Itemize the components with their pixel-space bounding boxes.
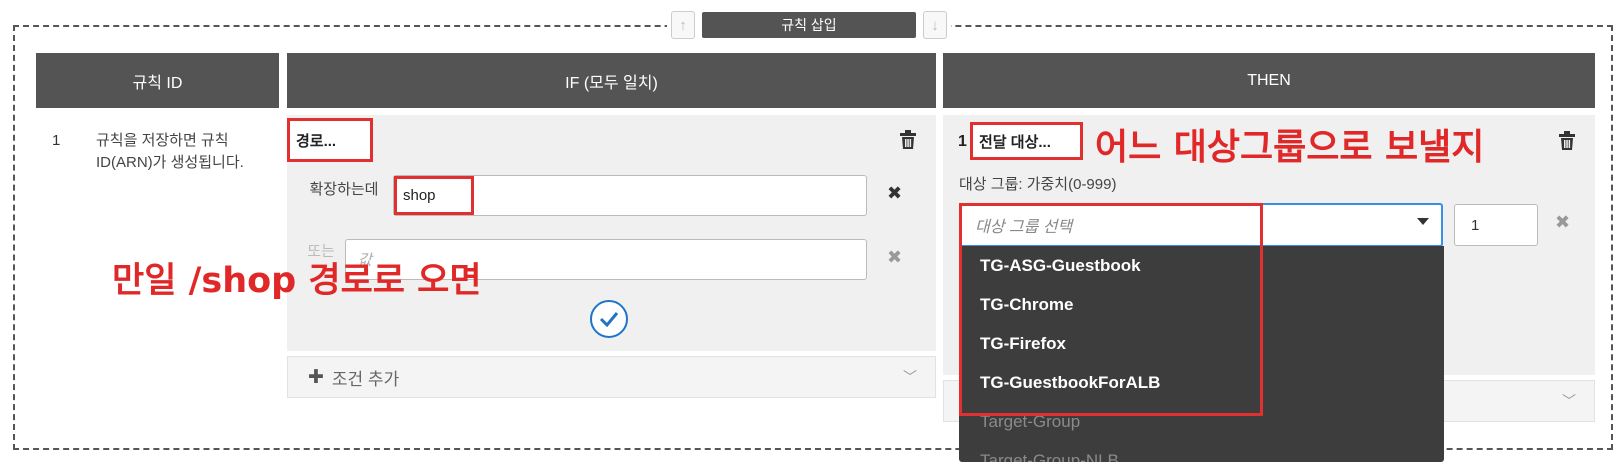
dropdown-option[interactable]: TG-ASG-Guestbook xyxy=(959,246,1444,285)
dropdown-option[interactable]: TG-Chrome xyxy=(959,285,1444,324)
dropdown-option[interactable]: TG-GuestbookForALB xyxy=(959,363,1444,402)
dropdown-option[interactable]: TG-Firefox xyxy=(959,324,1444,363)
add-condition-button[interactable]: ✚ 조건 추가 ﹀ xyxy=(287,356,936,398)
header-rule-id: 규칙 ID xyxy=(36,53,279,108)
move-down-button[interactable]: ↓ xyxy=(923,11,947,39)
trash-icon-action[interactable] xyxy=(1559,131,1575,151)
insert-rule-button[interactable]: 규칙 삽입 xyxy=(702,12,916,38)
rule-number: 1 xyxy=(52,132,61,149)
target-group-label: 대상 그룹: 가중치(0-999) xyxy=(959,176,1117,193)
rule-description: 규칙을 저장하면 규칙 ID(ARN)가 생성됩니다. xyxy=(96,132,244,171)
select-placeholder: 대상 그룹 선택 xyxy=(975,219,1073,236)
rule-editor: ↑ 규칙 삽입 ↓ 규칙 ID IF (모두 일치) THEN 1 규칙을 저장… xyxy=(0,0,1620,462)
close-icon-secondary[interactable]: ✖ xyxy=(887,247,902,268)
chevron-down-icon-action: ﹀ xyxy=(1562,393,1576,409)
trash-icon[interactable] xyxy=(900,130,916,150)
plus-icon: ✚ xyxy=(308,366,324,388)
condition-value-text: shop xyxy=(394,176,474,215)
action-number: 1 xyxy=(958,133,967,150)
close-icon-weight[interactable]: ✖ xyxy=(1555,212,1570,233)
arrow-up-icon: ↑ xyxy=(679,16,687,34)
then-annotation: 어느 대상그룹으로 보낼지 xyxy=(1095,127,1485,168)
header-then: THEN xyxy=(943,53,1595,108)
move-up-button[interactable]: ↑ xyxy=(671,11,695,39)
chevron-down-icon: ﹀ xyxy=(903,369,917,385)
weight-input[interactable]: 1 xyxy=(1454,204,1538,246)
action-type-button[interactable]: 전달 대상... xyxy=(970,122,1083,160)
caret-down-icon xyxy=(1417,218,1429,225)
value-match-label: 확장하는데 xyxy=(309,181,379,198)
close-icon[interactable]: ✖ xyxy=(887,183,902,204)
target-group-select[interactable]: 대상 그룹 선택 xyxy=(959,203,1443,247)
insert-toolbar: ↑ 규칙 삽입 ↓ xyxy=(667,10,951,40)
dropdown-option[interactable]: Target-Group-NLB xyxy=(959,441,1444,462)
add-condition-label: 조건 추가 xyxy=(331,369,400,389)
check-icon[interactable] xyxy=(590,300,628,338)
arrow-down-icon: ↓ xyxy=(931,16,939,34)
header-if: IF (모두 일치) xyxy=(287,53,936,108)
condition-type-button[interactable]: 경로... xyxy=(287,118,373,162)
target-group-dropdown: TG-ASG-Guestbook TG-Chrome TG-Firefox TG… xyxy=(959,246,1444,462)
dropdown-option[interactable]: Target-Group xyxy=(959,402,1444,441)
if-annotation: 만일 /shop 경로로 오면 xyxy=(112,261,482,301)
